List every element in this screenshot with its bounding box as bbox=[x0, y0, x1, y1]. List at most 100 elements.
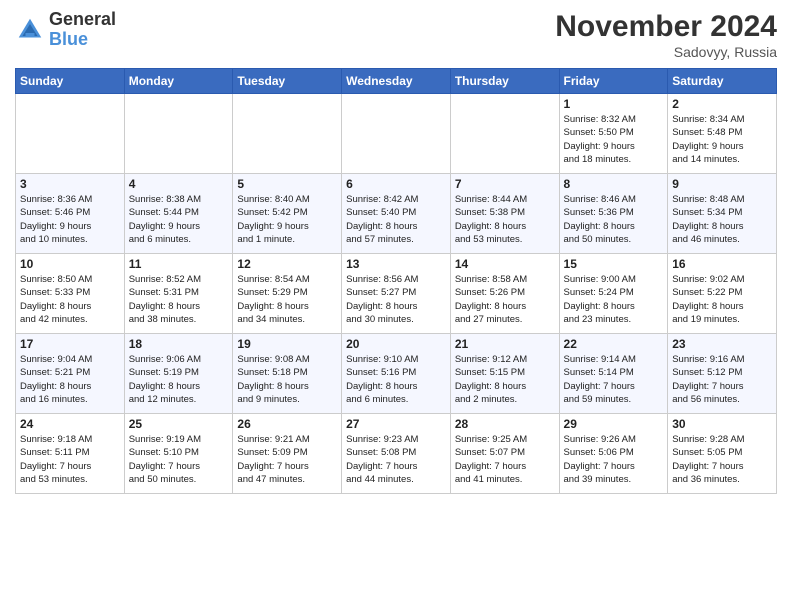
day-number: 5 bbox=[237, 177, 337, 191]
day-number: 3 bbox=[20, 177, 120, 191]
calendar-header-row: Sunday Monday Tuesday Wednesday Thursday… bbox=[16, 69, 777, 94]
col-monday: Monday bbox=[124, 69, 233, 94]
page-header: General Blue November 2024 Sadovyy, Russ… bbox=[15, 10, 777, 60]
cell-info: Sunrise: 8:38 AM Sunset: 5:44 PM Dayligh… bbox=[129, 193, 229, 246]
logo-blue: Blue bbox=[49, 30, 116, 50]
calendar-cell: 15Sunrise: 9:00 AM Sunset: 5:24 PM Dayli… bbox=[559, 254, 668, 334]
cell-info: Sunrise: 9:19 AM Sunset: 5:10 PM Dayligh… bbox=[129, 433, 229, 486]
cell-info: Sunrise: 9:23 AM Sunset: 5:08 PM Dayligh… bbox=[346, 433, 446, 486]
calendar-cell: 11 Sunrise: 8:52 AM Sunset: 5:31 PM Dayli… bbox=[124, 254, 233, 334]
cell-info: Sunrise: 8:56 AM Sunset: 5:27 PM Dayligh… bbox=[346, 273, 446, 326]
cell-info: Sunrise: 9:26 AM Sunset: 5:06 PM Dayligh… bbox=[564, 433, 664, 486]
day-number: 26 bbox=[237, 417, 337, 431]
day-number: 23 bbox=[672, 337, 772, 351]
cell-info: Sunrise: 9:16 AM Sunset: 5:12 PM Dayligh… bbox=[672, 353, 772, 406]
month-title: November 2024 bbox=[555, 10, 777, 44]
calendar-cell: 17 Sunrise: 9:04 AM Sunset: 5:21 PM Dayli… bbox=[16, 334, 125, 414]
cell-info: Sunrise: 9:14 AM Sunset: 5:14 PM Dayligh… bbox=[564, 353, 664, 406]
cell-info: Sunrise: 9:18 AM Sunset: 5:11 PM Dayligh… bbox=[20, 433, 120, 486]
calendar-cell: 20 Sunrise: 9:10 AM Sunset: 5:16 PM Dayli… bbox=[342, 334, 451, 414]
day-number: 21 bbox=[455, 337, 555, 351]
day-number: 8 bbox=[564, 177, 664, 191]
calendar-cell: 3 Sunrise: 8:36 AM Sunset: 5:46 PM Daylig… bbox=[16, 174, 125, 254]
day-number: 30 bbox=[672, 417, 772, 431]
cell-info: Sunrise: 9:04 AM Sunset: 5:21 PM Dayligh… bbox=[20, 353, 120, 406]
cell-info: Sunrise: 9:28 AM Sunset: 5:05 PM Dayligh… bbox=[672, 433, 772, 486]
day-number: 9 bbox=[672, 177, 772, 191]
cell-info: Sunrise: 8:48 AM Sunset: 5:34 PM Dayligh… bbox=[672, 193, 772, 246]
day-number: 6 bbox=[346, 177, 446, 191]
day-number: 19 bbox=[237, 337, 337, 351]
col-tuesday: Tuesday bbox=[233, 69, 342, 94]
calendar-cell: 6Sunrise: 8:42 AM Sunset: 5:40 PM Daylig… bbox=[342, 174, 451, 254]
day-number: 17 bbox=[20, 337, 120, 351]
calendar-cell: 16Sunrise: 9:02 AM Sunset: 5:22 PM Dayli… bbox=[668, 254, 777, 334]
day-number: 24 bbox=[20, 417, 120, 431]
calendar-cell: 22Sunrise: 9:14 AM Sunset: 5:14 PM Dayli… bbox=[559, 334, 668, 414]
day-number: 7 bbox=[455, 177, 555, 191]
calendar-cell: 25 Sunrise: 9:19 AM Sunset: 5:10 PM Dayli… bbox=[124, 414, 233, 494]
cell-info: Sunrise: 8:46 AM Sunset: 5:36 PM Dayligh… bbox=[564, 193, 664, 246]
col-sunday: Sunday bbox=[16, 69, 125, 94]
day-number: 4 bbox=[129, 177, 229, 191]
calendar-cell: 14 Sunrise: 8:58 AM Sunset: 5:26 PM Dayli… bbox=[450, 254, 559, 334]
day-number: 29 bbox=[564, 417, 664, 431]
cell-info: Sunrise: 8:34 AM Sunset: 5:48 PM Dayligh… bbox=[672, 113, 772, 166]
cell-info: Sunrise: 8:36 AM Sunset: 5:46 PM Dayligh… bbox=[20, 193, 120, 246]
day-number: 25 bbox=[129, 417, 229, 431]
day-number: 16 bbox=[672, 257, 772, 271]
calendar-cell: 4 Sunrise: 8:38 AM Sunset: 5:44 PM Daylig… bbox=[124, 174, 233, 254]
col-thursday: Thursday bbox=[450, 69, 559, 94]
calendar-cell bbox=[124, 94, 233, 174]
cell-info: Sunrise: 9:08 AM Sunset: 5:18 PM Dayligh… bbox=[237, 353, 337, 406]
logo-general: General bbox=[49, 10, 116, 30]
calendar-cell bbox=[342, 94, 451, 174]
cell-info: Sunrise: 9:25 AM Sunset: 5:07 PM Dayligh… bbox=[455, 433, 555, 486]
location: Sadovyy, Russia bbox=[555, 44, 777, 60]
logo: General Blue bbox=[15, 10, 116, 50]
col-saturday: Saturday bbox=[668, 69, 777, 94]
calendar-week-row-4: 24 Sunrise: 9:18 AM Sunset: 5:11 PM Dayli… bbox=[16, 414, 777, 494]
day-number: 27 bbox=[346, 417, 446, 431]
cell-info: Sunrise: 8:50 AM Sunset: 5:33 PM Dayligh… bbox=[20, 273, 120, 326]
calendar-cell: 5Sunrise: 8:40 AM Sunset: 5:42 PM Daylig… bbox=[233, 174, 342, 254]
day-number: 2 bbox=[672, 97, 772, 111]
calendar-cell: 10Sunrise: 8:50 AM Sunset: 5:33 PM Dayli… bbox=[16, 254, 125, 334]
calendar-cell: 8 Sunrise: 8:46 AM Sunset: 5:36 PM Daylig… bbox=[559, 174, 668, 254]
cell-info: Sunrise: 9:06 AM Sunset: 5:19 PM Dayligh… bbox=[129, 353, 229, 406]
cell-info: Sunrise: 8:58 AM Sunset: 5:26 PM Dayligh… bbox=[455, 273, 555, 326]
day-number: 18 bbox=[129, 337, 229, 351]
cell-info: Sunrise: 9:12 AM Sunset: 5:15 PM Dayligh… bbox=[455, 353, 555, 406]
col-wednesday: Wednesday bbox=[342, 69, 451, 94]
day-number: 28 bbox=[455, 417, 555, 431]
calendar-cell: 2 Sunrise: 8:34 AM Sunset: 5:48 PM Daylig… bbox=[668, 94, 777, 174]
day-number: 13 bbox=[346, 257, 446, 271]
day-number: 11 bbox=[129, 257, 229, 271]
day-number: 15 bbox=[564, 257, 664, 271]
day-number: 14 bbox=[455, 257, 555, 271]
cell-info: Sunrise: 9:10 AM Sunset: 5:16 PM Dayligh… bbox=[346, 353, 446, 406]
calendar-cell: 13 Sunrise: 8:56 AM Sunset: 5:27 PM Dayli… bbox=[342, 254, 451, 334]
calendar-table: Sunday Monday Tuesday Wednesday Thursday… bbox=[15, 68, 777, 494]
calendar-cell: 18 Sunrise: 9:06 AM Sunset: 5:19 PM Dayli… bbox=[124, 334, 233, 414]
day-number: 12 bbox=[237, 257, 337, 271]
calendar-cell: 9 Sunrise: 8:48 AM Sunset: 5:34 PM Daylig… bbox=[668, 174, 777, 254]
calendar-cell: 19 Sunrise: 9:08 AM Sunset: 5:18 PM Dayli… bbox=[233, 334, 342, 414]
cell-info: Sunrise: 8:44 AM Sunset: 5:38 PM Dayligh… bbox=[455, 193, 555, 246]
calendar-cell: 27 Sunrise: 9:23 AM Sunset: 5:08 PM Dayli… bbox=[342, 414, 451, 494]
cell-info: Sunrise: 8:54 AM Sunset: 5:29 PM Dayligh… bbox=[237, 273, 337, 326]
cell-info: Sunrise: 9:21 AM Sunset: 5:09 PM Dayligh… bbox=[237, 433, 337, 486]
calendar-week-row-3: 17 Sunrise: 9:04 AM Sunset: 5:21 PM Dayli… bbox=[16, 334, 777, 414]
calendar-cell: 24 Sunrise: 9:18 AM Sunset: 5:11 PM Dayli… bbox=[16, 414, 125, 494]
calendar-week-row-2: 10Sunrise: 8:50 AM Sunset: 5:33 PM Dayli… bbox=[16, 254, 777, 334]
calendar-cell bbox=[450, 94, 559, 174]
calendar-cell: 21 Sunrise: 9:12 AM Sunset: 5:15 PM Dayli… bbox=[450, 334, 559, 414]
calendar-cell: 29 Sunrise: 9:26 AM Sunset: 5:06 PM Dayli… bbox=[559, 414, 668, 494]
calendar-cell: 1Sunrise: 8:32 AM Sunset: 5:50 PM Daylig… bbox=[559, 94, 668, 174]
logo-icon bbox=[15, 15, 45, 45]
day-number: 20 bbox=[346, 337, 446, 351]
calendar-cell: 28 Sunrise: 9:25 AM Sunset: 5:07 PM Dayli… bbox=[450, 414, 559, 494]
cell-info: Sunrise: 8:32 AM Sunset: 5:50 PM Dayligh… bbox=[564, 113, 664, 166]
calendar-cell: 30 Sunrise: 9:28 AM Sunset: 5:05 PM Dayli… bbox=[668, 414, 777, 494]
cell-info: Sunrise: 8:52 AM Sunset: 5:31 PM Dayligh… bbox=[129, 273, 229, 326]
